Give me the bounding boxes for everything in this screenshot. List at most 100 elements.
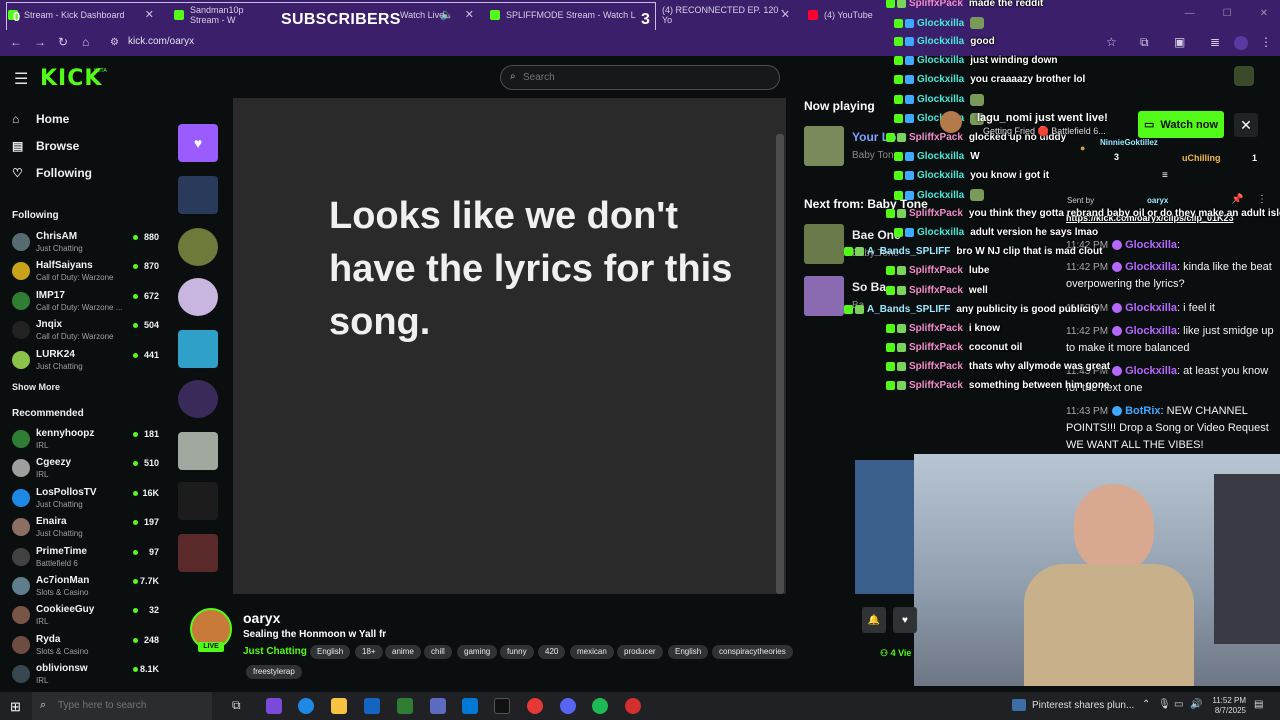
sidebar-channel-imp17[interactable]: IMP17 Call of Duty: Warzone ... 672 bbox=[12, 289, 162, 317]
notifications-bell-button[interactable]: 🔔 bbox=[862, 607, 886, 633]
chat-username[interactable]: Glockxilla bbox=[1125, 325, 1177, 337]
reload-icon[interactable]: ↻ bbox=[58, 35, 68, 49]
tag-18[interactable]: 18+ bbox=[355, 645, 383, 659]
tiktok-icon[interactable] bbox=[494, 698, 510, 714]
tag-gaming[interactable]: gaming bbox=[457, 645, 498, 659]
sidebar-channel-kennyhoopz[interactable]: kennyhoopz IRL 181 bbox=[12, 427, 162, 455]
url-field[interactable]: kick.com/oaryx bbox=[128, 36, 194, 47]
chat-username[interactable]: Glockxilla bbox=[917, 94, 964, 105]
outlook-icon[interactable] bbox=[462, 698, 478, 714]
song-thumbnail[interactable] bbox=[178, 228, 218, 266]
sidebar-channel-cookieeguy[interactable]: CookieeGuy IRL 32 bbox=[12, 603, 162, 631]
maximize-icon[interactable]: ☐ bbox=[1223, 8, 1232, 19]
channel-name[interactable]: oaryx bbox=[243, 610, 280, 626]
tag-conspiracytheories[interactable]: conspiracytheories bbox=[712, 645, 793, 659]
follow-heart-button[interactable]: ♥ bbox=[893, 607, 917, 633]
sidebar-channel-oblivionsw[interactable]: oblivionsw IRL 8.1K bbox=[12, 662, 162, 690]
sidebar-channel-ryda[interactable]: Ryda Slots & Casino 248 bbox=[12, 633, 162, 661]
spotify-icon[interactable] bbox=[592, 698, 608, 714]
next-song-thumbnail[interactable] bbox=[804, 224, 844, 264]
chat-username[interactable]: Glockxilla bbox=[917, 74, 964, 85]
pin-icon[interactable]: 📌 bbox=[1231, 194, 1243, 205]
discord-icon[interactable] bbox=[560, 698, 576, 714]
tag-mexican[interactable]: mexican bbox=[570, 645, 614, 659]
pinned-user[interactable]: oaryx bbox=[1147, 196, 1168, 205]
chat-username[interactable]: Glockxilla bbox=[917, 227, 964, 238]
windows-start-icon[interactable]: ⊞ bbox=[10, 699, 21, 715]
tag-420[interactable]: 420 bbox=[538, 645, 566, 659]
chat-username[interactable]: Glockxilla bbox=[917, 170, 964, 181]
tag-funny[interactable]: funny bbox=[500, 645, 534, 659]
sidebar-channel-enaira[interactable]: Enaira Just Chatting 197 bbox=[12, 515, 162, 543]
search-box[interactable]: ⌕ bbox=[500, 65, 780, 90]
news-widget-text[interactable]: Pinterest shares plun... bbox=[1032, 700, 1134, 711]
tab-youtube[interactable]: (4) YouTube bbox=[800, 0, 890, 30]
extensions-icon[interactable]: ⧉ bbox=[1140, 35, 1149, 50]
tag-chill[interactable]: chill bbox=[424, 645, 452, 659]
chat-username[interactable]: SpliffxPack bbox=[909, 285, 963, 296]
tag-producer[interactable]: producer bbox=[617, 645, 663, 659]
notifications-icon[interactable]: ▤ bbox=[1254, 699, 1263, 710]
close-notification-button[interactable]: ✕ bbox=[1234, 113, 1258, 137]
app-icon[interactable] bbox=[430, 698, 446, 714]
store-icon[interactable] bbox=[364, 698, 380, 714]
stream-category[interactable]: Just Chatting bbox=[243, 646, 307, 657]
minimize-icon[interactable]: — bbox=[1185, 8, 1195, 19]
search-input[interactable] bbox=[523, 72, 655, 83]
sidebar-channel-ac7ionman[interactable]: Ac7ionMan Slots & Casino 7.7K bbox=[12, 574, 162, 602]
chat-username[interactable]: Glockxilla bbox=[1125, 261, 1177, 273]
menu-icon[interactable]: ☰ bbox=[14, 69, 28, 89]
lyrics-scrollbar[interactable] bbox=[776, 134, 784, 594]
chat-username[interactable]: Glockxilla bbox=[917, 190, 964, 201]
next-song-title[interactable]: So Ba bbox=[852, 280, 886, 294]
tag-freestylerap[interactable]: freestylerap bbox=[246, 665, 302, 679]
song-thumbnail[interactable] bbox=[178, 432, 218, 470]
sidebar-channel-halfsaiyans[interactable]: HalfSaiyans Call of Duty: Warzone 870 bbox=[12, 259, 162, 287]
back-icon[interactable]: ← bbox=[10, 35, 22, 49]
split-screen-icon[interactable]: ▣ bbox=[1174, 35, 1185, 49]
chat-username[interactable]: Glockxilla bbox=[917, 36, 964, 47]
tag-english[interactable]: English bbox=[310, 645, 351, 659]
forward-icon[interactable]: → bbox=[34, 35, 46, 49]
sidebar-channel-lurk24[interactable]: LURK24 Just Chatting 441 bbox=[12, 348, 162, 376]
nav-home[interactable]: ⌂ Home bbox=[12, 112, 69, 126]
browser-menu-icon[interactable]: ⋮ bbox=[1260, 35, 1272, 49]
song-thumbnail[interactable] bbox=[178, 176, 218, 214]
chat-username[interactable]: Glockxilla bbox=[1125, 365, 1177, 377]
chat-username[interactable]: SpliffxPack bbox=[909, 342, 963, 353]
chat-filter-icon[interactable]: ≡ bbox=[1162, 170, 1168, 181]
taskbar-clock[interactable]: 11:52 PM 8/7/2025 bbox=[1200, 696, 1246, 716]
copilot-icon[interactable] bbox=[266, 698, 282, 714]
nav-browse[interactable]: ▤ Browse bbox=[12, 139, 79, 153]
chat-username[interactable]: Glockxilla bbox=[1125, 302, 1177, 314]
leader-right-name[interactable]: uChilling bbox=[1182, 153, 1221, 163]
task-view-icon[interactable]: ⧉ bbox=[232, 698, 248, 714]
song-thumbnail[interactable] bbox=[178, 380, 218, 418]
user-avatar[interactable] bbox=[1234, 66, 1254, 86]
chat-username[interactable]: A_Bands_SPLIFF bbox=[867, 246, 950, 257]
chat-username[interactable]: BotRix bbox=[1125, 405, 1160, 417]
tab-reconnected[interactable]: (4) RECONNECTED EP. 120 - Yo ✕ bbox=[654, 0, 796, 30]
chat-username[interactable]: SpliffxPack bbox=[909, 380, 963, 391]
chat-username[interactable]: SpliffxPack bbox=[909, 361, 963, 372]
close-window-icon[interactable]: ✕ bbox=[1260, 8, 1268, 19]
song-thumbnail[interactable] bbox=[178, 278, 218, 316]
now-playing-thumbnail[interactable] bbox=[804, 126, 844, 166]
bookmark-star-icon[interactable]: ☆ bbox=[1106, 35, 1117, 49]
chat-username[interactable]: SpliffxPack bbox=[909, 208, 963, 219]
tray-overflow-icon[interactable]: ⌃ bbox=[1142, 699, 1150, 710]
video-player[interactable]: Looks like we don't have the lyrics for … bbox=[233, 98, 786, 594]
profile-icon[interactable] bbox=[1234, 36, 1248, 50]
song-thumbnail[interactable] bbox=[178, 330, 218, 368]
favorite-heart-icon[interactable]: ♥ bbox=[178, 124, 218, 162]
sidebar-channel-lospollostv[interactable]: LosPollosTV Just Chatting 16K bbox=[12, 486, 162, 514]
nav-following[interactable]: ♡ Following bbox=[12, 166, 92, 180]
sidebar-channel-chrisam[interactable]: ChrisAM Just Chatting 880 bbox=[12, 230, 162, 258]
excel-icon[interactable] bbox=[397, 698, 413, 714]
news-widget-icon[interactable] bbox=[1012, 699, 1026, 711]
show-more-link[interactable]: Show More bbox=[12, 382, 60, 392]
taskbar-search-box[interactable]: ⌕ bbox=[32, 692, 212, 720]
obs-icon[interactable] bbox=[625, 698, 641, 714]
song-thumbnail[interactable] bbox=[178, 482, 218, 520]
chat-username[interactable]: SpliffxPack bbox=[909, 323, 963, 334]
